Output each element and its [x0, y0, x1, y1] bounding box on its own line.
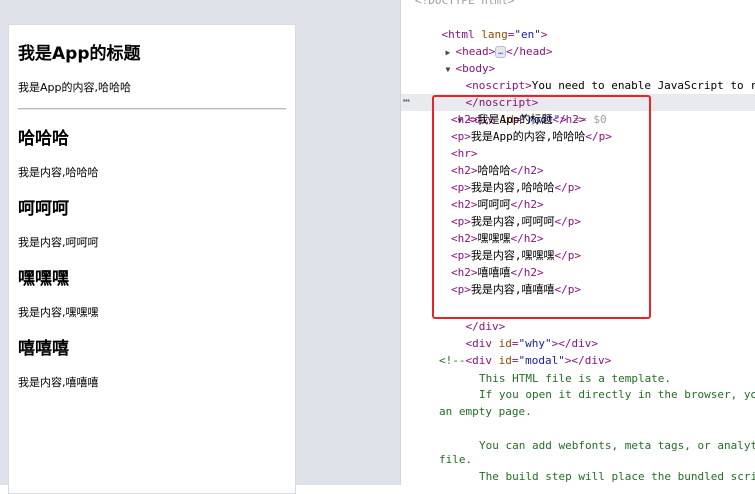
- divider: [18, 108, 286, 110]
- doctype-node[interactable]: <!DOCTYPE html>: [415, 0, 514, 9]
- tag-text: <div: [465, 354, 493, 367]
- comment-line: The build step will place the bundled sc…: [479, 470, 755, 483]
- noscript-node[interactable]: <noscript>You need to enable JavaScript …: [439, 60, 755, 92]
- app-preview-card: 我是App的标题 我是App的内容,哈哈哈 哈哈哈 我是内容,哈哈哈 呵呵呵 我…: [8, 24, 296, 494]
- app-content-text: 我是App的内容,哈哈哈: [18, 81, 131, 94]
- node-actions-dots[interactable]: ⋯: [403, 94, 410, 111]
- comment-open[interactable]: <!--: [439, 352, 466, 369]
- comment-line: an empty page.: [439, 405, 532, 418]
- section-heading: 哈哈哈: [18, 129, 69, 149]
- attr-value: "modal": [518, 354, 565, 367]
- attr-name: id: [492, 354, 512, 367]
- tag-text: </div>: [571, 354, 612, 367]
- noscript-close-node[interactable]: </noscript>: [439, 77, 539, 109]
- app-root-content: 我是App的标题 我是App的内容,哈哈哈 哈哈哈 我是内容,哈哈哈 呵呵呵 我…: [9, 43, 295, 390]
- section-heading: 嘻嘻嘻: [18, 339, 69, 359]
- section-heading: 呵呵呵: [18, 199, 69, 219]
- app-title: 我是App的标题: [18, 44, 141, 64]
- div-why-node[interactable]: <div id="why"></div>: [439, 318, 599, 350]
- comment-line: If you open it directly in the browser, …: [479, 388, 755, 401]
- tag-text: </head>: [506, 45, 553, 58]
- red-highlight-box: [432, 95, 651, 319]
- comment-line: This HTML file is a template.: [479, 372, 672, 385]
- section-heading: 嘿嘿嘿: [18, 269, 69, 289]
- body-node[interactable]: ▼ <body>: [419, 43, 496, 75]
- section-text: 我是内容,嘿嘿嘿: [18, 306, 99, 319]
- section-text: 我是内容,呵呵呵: [18, 236, 99, 249]
- section-text: 我是内容,哈哈哈: [18, 166, 99, 179]
- section-text: 我是内容,嘻嘻嘻: [18, 376, 99, 389]
- comment-line: file.: [439, 453, 473, 466]
- head-node[interactable]: ▶ <head>… </head>: [419, 26, 552, 58]
- div-modal-node[interactable]: <div id="modal"></div>: [439, 335, 612, 367]
- html-node[interactable]: <html lang="en">: [415, 9, 548, 41]
- attr-eq: =: [511, 354, 519, 367]
- node-text: You need to enable JavaScript to run thi…: [531, 79, 755, 92]
- devtools-elements-panel[interactable]: ⋯ <!DOCTYPE html> <html lang="en"> ▶ <hea…: [400, 0, 755, 485]
- collapsed-ellipsis-icon[interactable]: …: [495, 46, 507, 58]
- page-preview-area: 我是App的标题 我是App的内容,哈哈哈 哈哈哈 我是内容,哈哈哈 呵呵呵 我…: [0, 0, 400, 494]
- comment-line: You can add webfonts, meta tags, or anal…: [479, 439, 755, 452]
